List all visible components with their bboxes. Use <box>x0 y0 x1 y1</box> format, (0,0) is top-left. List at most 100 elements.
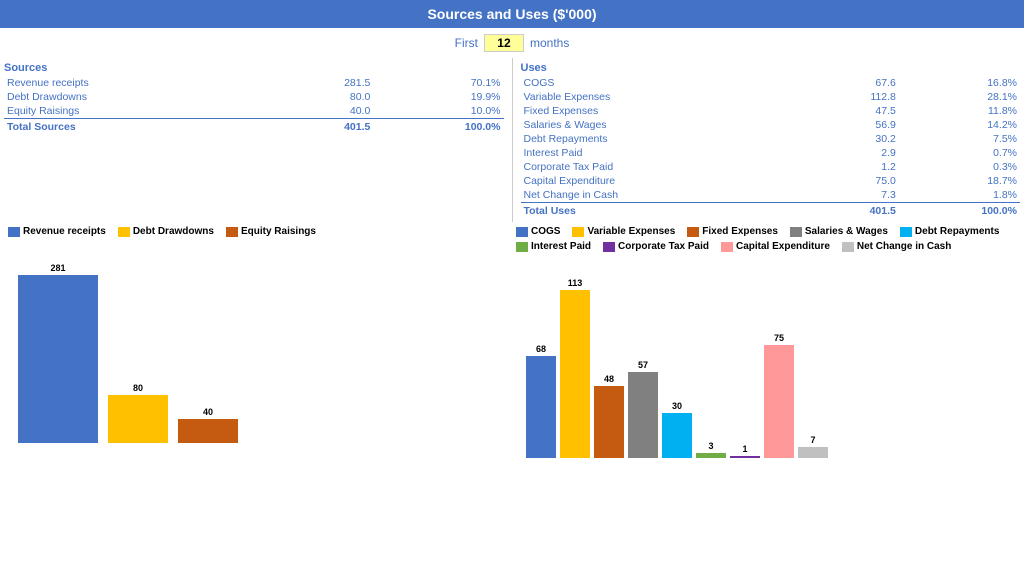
sources-title: Sources <box>4 62 504 74</box>
uses-row-pct: 11.8% <box>899 104 1020 118</box>
legend-item: Debt Repayments <box>900 226 999 237</box>
panel-divider <box>512 58 513 222</box>
months-input[interactable] <box>484 34 524 52</box>
bar-group: 281 <box>18 263 98 443</box>
bar-group: 7 <box>798 278 828 458</box>
legend-item: Equity Raisings <box>226 226 316 237</box>
legend-item: Fixed Expenses <box>687 226 778 237</box>
bar-group: 113 <box>560 278 590 458</box>
uses-row-pct: 14.2% <box>899 118 1020 132</box>
sources-bar-chart: 281 80 40 <box>8 243 508 443</box>
uses-bar-chart: 68 113 48 57 30 3 1 75 7 <box>516 258 1016 458</box>
legend-color <box>603 242 615 252</box>
uses-row-label: COGS <box>521 76 792 90</box>
sources-row-label: Revenue receipts <box>4 76 258 90</box>
bar-label: 40 <box>203 407 213 417</box>
legend-label: Salaries & Wages <box>805 226 888 237</box>
legend-color <box>8 227 20 237</box>
uses-row-label: Capital Expenditure <box>521 174 792 188</box>
uses-row-label: Fixed Expenses <box>521 104 792 118</box>
uses-row-label: Net Change in Cash <box>521 188 792 203</box>
sources-row-pct: 10.0% <box>373 104 503 119</box>
legend-item: Salaries & Wages <box>790 226 888 237</box>
bar-label: 1 <box>742 444 747 454</box>
bar-group: 40 <box>178 263 238 443</box>
legend-item: Variable Expenses <box>572 226 675 237</box>
bar-label: 57 <box>638 360 648 370</box>
uses-chart: COGS Variable Expenses Fixed Expenses Sa… <box>516 226 1016 458</box>
sources-panel: Sources Revenue receipts 281.5 70.1% Deb… <box>0 58 508 222</box>
bar-rect <box>696 453 726 458</box>
uses-row: Net Change in Cash 7.3 1.8% <box>521 188 1021 203</box>
sources-chart: Revenue receipts Debt Drawdowns Equity R… <box>8 226 508 458</box>
charts-row: Revenue receipts Debt Drawdowns Equity R… <box>0 222 1024 462</box>
tables-section: Sources Revenue receipts 281.5 70.1% Deb… <box>0 58 1024 222</box>
legend-color <box>790 227 802 237</box>
uses-row-value: 75.0 <box>791 174 899 188</box>
uses-row-value: 67.6 <box>791 76 899 90</box>
legend-color <box>118 227 130 237</box>
legend-item: Revenue receipts <box>8 226 106 237</box>
uses-row-value: 56.9 <box>791 118 899 132</box>
legend-label: Net Change in Cash <box>857 241 951 252</box>
uses-title: Uses <box>521 62 1021 74</box>
bar-rect <box>178 419 238 443</box>
bar-rect <box>730 456 760 458</box>
bar-group: 80 <box>108 263 168 443</box>
bar-label: 3 <box>708 441 713 451</box>
legend-item: Capital Expenditure <box>721 241 830 252</box>
legend-label: Fixed Expenses <box>702 226 778 237</box>
legend-color <box>842 242 854 252</box>
uses-row-label: Corporate Tax Paid <box>521 160 792 174</box>
sources-row-value: 80.0 <box>258 90 374 104</box>
bar-label: 30 <box>672 401 682 411</box>
uses-row-label: Interest Paid <box>521 146 792 160</box>
uses-total-label: Total Uses <box>521 203 792 219</box>
sources-legend: Revenue receipts Debt Drawdowns Equity R… <box>8 226 508 237</box>
uses-table: COGS 67.6 16.8% Variable Expenses 112.8 … <box>521 76 1021 218</box>
sources-total-label: Total Sources <box>4 119 258 135</box>
bar-group: 1 <box>730 278 760 458</box>
uses-row-pct: 7.5% <box>899 132 1020 146</box>
uses-row-pct: 18.7% <box>899 174 1020 188</box>
legend-label: Variable Expenses <box>587 226 675 237</box>
bar-rect <box>560 290 590 458</box>
sources-row: Debt Drawdowns 80.0 19.9% <box>4 90 504 104</box>
uses-row: Interest Paid 2.9 0.7% <box>521 146 1021 160</box>
legend-item: COGS <box>516 226 560 237</box>
sources-row-pct: 70.1% <box>373 76 503 90</box>
uses-row: Corporate Tax Paid 1.2 0.3% <box>521 160 1021 174</box>
legend-color <box>721 242 733 252</box>
bar-label: 7 <box>810 435 815 445</box>
sources-row-label: Debt Drawdowns <box>4 90 258 104</box>
uses-row: Salaries & Wages 56.9 14.2% <box>521 118 1021 132</box>
sources-row: Revenue receipts 281.5 70.1% <box>4 76 504 90</box>
uses-row: Capital Expenditure 75.0 18.7% <box>521 174 1021 188</box>
bar-group: 3 <box>696 278 726 458</box>
legend-item: Debt Drawdowns <box>118 226 214 237</box>
uses-row-pct: 16.8% <box>899 76 1020 90</box>
legend-color <box>226 227 238 237</box>
uses-row-pct: 0.7% <box>899 146 1020 160</box>
bar-label: 75 <box>774 333 784 343</box>
sources-table: Revenue receipts 281.5 70.1% Debt Drawdo… <box>4 76 504 134</box>
uses-row-label: Variable Expenses <box>521 90 792 104</box>
uses-row-value: 30.2 <box>791 132 899 146</box>
legend-label: Equity Raisings <box>241 226 316 237</box>
bar-rect <box>18 275 98 443</box>
uses-row: Debt Repayments 30.2 7.5% <box>521 132 1021 146</box>
sources-row-label: Equity Raisings <box>4 104 258 119</box>
bar-label: 113 <box>568 278 583 288</box>
uses-row-label: Debt Repayments <box>521 132 792 146</box>
uses-row-label: Salaries & Wages <box>521 118 792 132</box>
uses-row-value: 2.9 <box>791 146 899 160</box>
bar-rect <box>662 413 692 458</box>
uses-legend: COGS Variable Expenses Fixed Expenses Sa… <box>516 226 1016 252</box>
bar-group: 30 <box>662 278 692 458</box>
uses-row-value: 47.5 <box>791 104 899 118</box>
bar-rect <box>108 395 168 443</box>
legend-label: Capital Expenditure <box>736 241 830 252</box>
legend-item: Net Change in Cash <box>842 241 951 252</box>
sources-row-value: 281.5 <box>258 76 374 90</box>
sources-total-value: 401.5 <box>258 119 374 135</box>
